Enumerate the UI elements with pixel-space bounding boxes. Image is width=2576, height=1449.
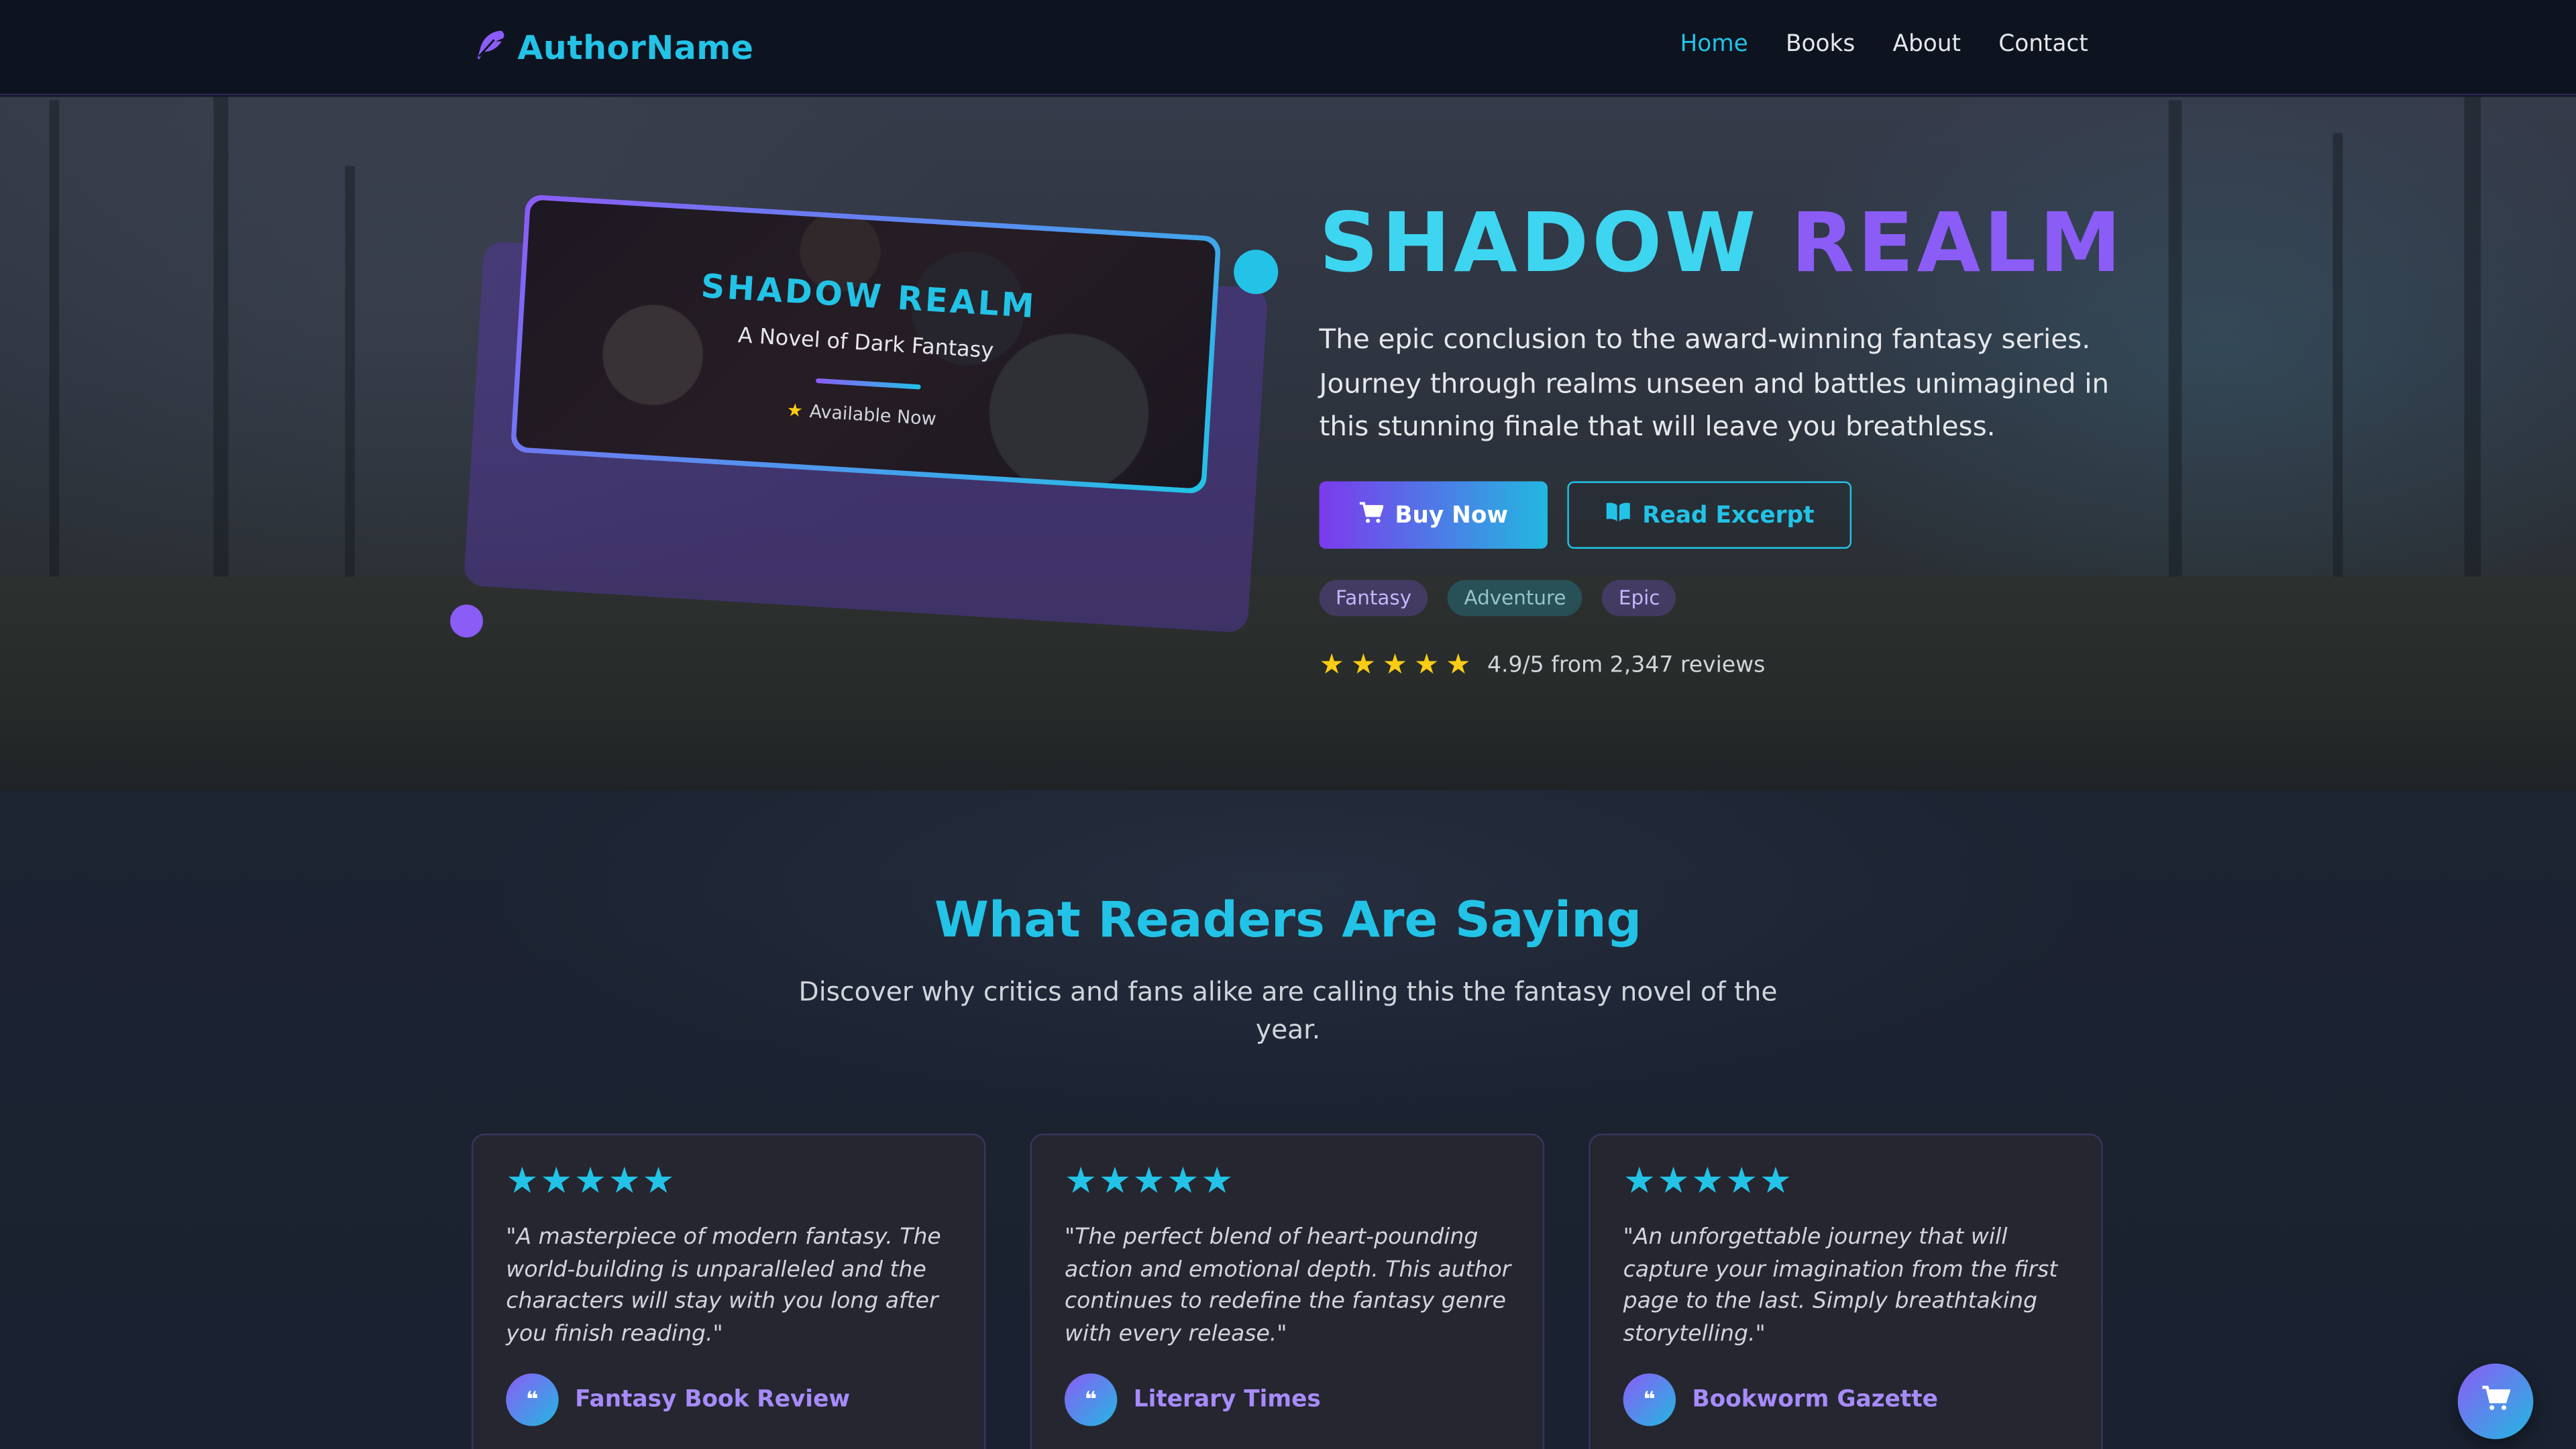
quote-icon: ❝: [1623, 1373, 1676, 1426]
cart-icon: [1358, 500, 1385, 530]
book-cover-art: SHADOW REALM A Novel of Dark Fantasy ★ Av…: [515, 199, 1216, 489]
section-subheading: Discover why critics and fans alike are …: [798, 975, 1778, 1045]
testimonials-section: What Readers Are Saying Discover why cri…: [0, 790, 2576, 1449]
star-icon: ★: [1413, 649, 1440, 682]
star-icon: ★: [1201, 1161, 1234, 1203]
quote-icon: ❝: [506, 1373, 559, 1426]
testimonial-quote: "An unforgettable journey that will capt…: [1623, 1224, 2058, 1348]
star-icon: ★: [1725, 1161, 1758, 1203]
testimonial-card: ★ ★ ★ ★ ★ "An unforgettable journey that wil…: [1589, 1133, 2103, 1449]
background-tree: [345, 166, 355, 594]
background-tree: [2168, 100, 2182, 594]
star-icon: ★: [1623, 1161, 1656, 1203]
star-icon: ★: [540, 1161, 573, 1203]
nav-link-books[interactable]: Books: [1786, 32, 1855, 58]
book-open-icon: [1605, 501, 1631, 529]
testimonial-source: ❝ Bookworm Gazette: [1623, 1373, 1938, 1426]
background-tree: [213, 97, 229, 594]
rating: ★ ★ ★ ★ ★ 4.9/5 from 2,347 reviews: [1320, 651, 1766, 680]
star-icon: ★: [1350, 649, 1377, 682]
source-name: Bookworm Gazette: [1692, 1386, 1938, 1413]
background-tree: [2464, 97, 2481, 594]
cart-icon: [2481, 1385, 2511, 1418]
testimonial-card: ★ ★ ★ ★ ★ "The perfect blend of heart-poundi…: [1030, 1133, 1545, 1449]
testimonial-quote: "The perfect blend of heart-pounding act…: [1064, 1224, 1511, 1348]
tag-epic[interactable]: Epic: [1602, 580, 1676, 616]
hero-description: The epic conclusion to the award-winning…: [1319, 323, 2110, 442]
buy-now-label: Buy Now: [1395, 502, 1509, 529]
source-name: Fantasy Book Review: [575, 1386, 851, 1413]
background-ground: [0, 576, 2576, 790]
star-icon: ★: [786, 399, 804, 422]
background-tree: [49, 100, 60, 594]
buy-now-button[interactable]: Buy Now: [1319, 481, 1548, 549]
source-name: Literary Times: [1133, 1386, 1321, 1413]
testimonial-card: ★ ★ ★ ★ ★ "A masterpiece of modern fantasy. …: [471, 1133, 986, 1449]
floating-cart-button[interactable]: [2457, 1363, 2534, 1440]
hero-title: SHADOW REALM: [1320, 195, 2125, 290]
star-icon: ★: [1132, 1161, 1165, 1203]
star-icon: ★: [1759, 1161, 1792, 1203]
decorative-dot: [450, 604, 484, 638]
star-icon: ★: [642, 1161, 675, 1203]
star-icon: ★: [1657, 1161, 1690, 1203]
page-root: AuthorName Home Books About Contact SHAD…: [0, 0, 2576, 1449]
star-icon: ★: [1446, 649, 1471, 682]
card-rating: ★ ★ ★ ★ ★: [1064, 1161, 1234, 1203]
star-icon: ★: [1382, 649, 1408, 682]
background-tree: [2332, 133, 2343, 594]
star-icon: ★: [608, 1161, 641, 1203]
nav-link-about[interactable]: About: [1893, 32, 1961, 58]
nav-links: Home Books About Contact: [1680, 32, 2088, 58]
rating-text: 4.9/5 from 2,347 reviews: [1487, 652, 1766, 679]
feather-icon: [472, 26, 508, 69]
genre-tags: Fantasy Adventure Epic: [1319, 580, 1676, 616]
section-heading: What Readers Are Saying: [934, 892, 1642, 950]
read-excerpt-button[interactable]: Read Excerpt: [1567, 481, 1852, 549]
testimonial-source: ❝ Literary Times: [1064, 1373, 1321, 1426]
card-rating: ★ ★ ★ ★ ★: [1623, 1161, 1792, 1203]
testimonial-source: ❝ Fantasy Book Review: [506, 1373, 850, 1426]
star-icon: ★: [574, 1161, 607, 1203]
nav-link-contact[interactable]: Contact: [1998, 32, 2088, 58]
tag-fantasy[interactable]: Fantasy: [1319, 580, 1428, 616]
star-icon: ★: [506, 1161, 539, 1203]
decorative-dot: [1234, 250, 1279, 294]
brand-logo[interactable]: AuthorName: [472, 26, 754, 69]
read-excerpt-label: Read Excerpt: [1642, 502, 1815, 529]
hero-title-word-2: REALM: [1790, 195, 2125, 291]
hero-section: [0, 97, 2576, 790]
star-icon: ★: [1098, 1161, 1132, 1203]
hero-title-word-1: SHADOW: [1319, 195, 1760, 291]
star-icon: ★: [1319, 649, 1344, 682]
star-icon: ★: [1691, 1161, 1724, 1203]
brand-name: AuthorName: [517, 28, 754, 68]
star-icon: ★: [1167, 1161, 1199, 1203]
tag-adventure[interactable]: Adventure: [1447, 580, 1582, 616]
top-navbar: AuthorName Home Books About Contact: [0, 0, 2576, 96]
card-rating: ★ ★ ★ ★ ★: [506, 1161, 675, 1203]
testimonial-quote: "A masterpiece of modern fantasy. The wo…: [506, 1224, 941, 1348]
book-cover[interactable]: SHADOW REALM A Novel of Dark Fantasy ★ Av…: [510, 194, 1222, 494]
quote-icon: ❝: [1064, 1373, 1118, 1426]
nav-link-home[interactable]: Home: [1680, 32, 1748, 58]
star-icon: ★: [1064, 1161, 1097, 1203]
